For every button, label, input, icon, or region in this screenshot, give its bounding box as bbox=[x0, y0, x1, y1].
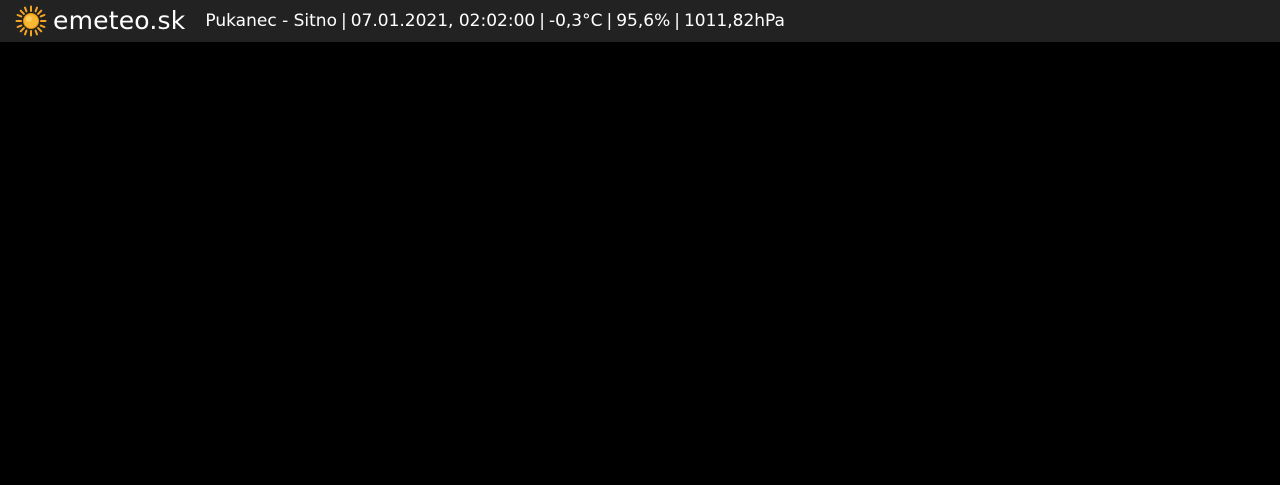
pressure: 1011,82hPa bbox=[683, 11, 785, 31]
webcam-page: emeteo.sk Pukanec - Sitno | 07.01.2021, … bbox=[0, 0, 1280, 485]
top-bar: emeteo.sk Pukanec - Sitno | 07.01.2021, … bbox=[0, 0, 1280, 42]
location-name: Pukanec - Sitno bbox=[205, 11, 337, 31]
separator: | bbox=[539, 11, 545, 31]
logo-text: emeteo.sk bbox=[53, 6, 186, 35]
weather-info: Pukanec - Sitno | 07.01.2021, 02:02:00 |… bbox=[205, 0, 785, 42]
webcam-image bbox=[0, 42, 1280, 485]
temperature: -0,3°C bbox=[548, 11, 603, 31]
separator: | bbox=[340, 11, 347, 31]
humidity: 95,6% bbox=[616, 11, 671, 31]
datetime: 07.01.2021, 02:02:00 bbox=[350, 11, 536, 31]
logo[interactable]: emeteo.sk bbox=[15, 0, 185, 42]
separator: | bbox=[674, 11, 680, 31]
sun-icon bbox=[15, 5, 47, 37]
separator: | bbox=[606, 11, 613, 31]
